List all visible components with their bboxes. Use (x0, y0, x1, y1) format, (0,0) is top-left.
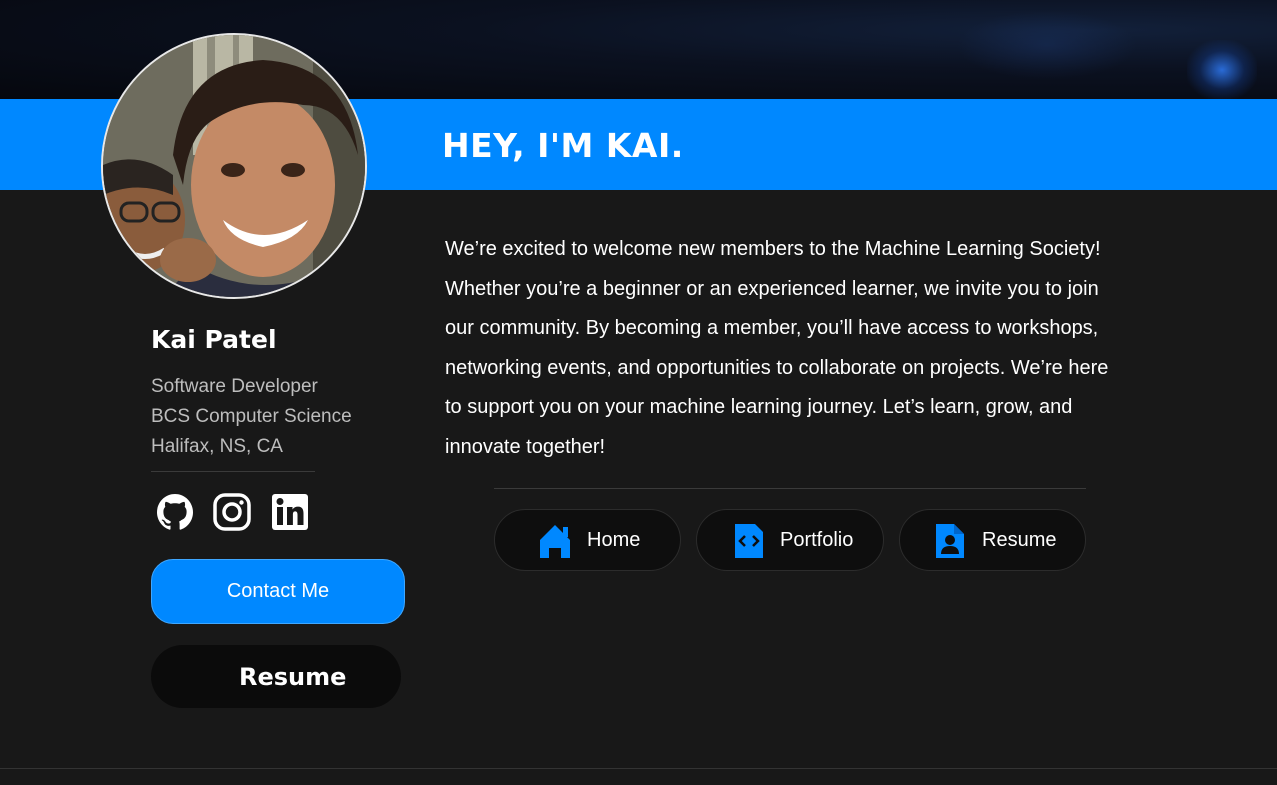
hero-light (1187, 40, 1257, 100)
page-title: HEY, I'M KAI. (442, 126, 684, 165)
nav-resume-label: Resume (982, 529, 1057, 551)
contact-me-label: Contact Me (226, 580, 330, 602)
nav-home-label: Home (587, 529, 641, 551)
footer-strip (0, 769, 1277, 785)
code-file-icon (735, 524, 763, 558)
profile-divider (151, 471, 315, 472)
home-icon (540, 525, 570, 558)
avatar (101, 33, 367, 299)
profile-photo-icon (103, 35, 365, 297)
contact-me-button[interactable]: Contact Me (151, 559, 405, 624)
profile-name: Kai Patel (151, 325, 277, 354)
profile-education: BCS Computer Science (151, 406, 352, 427)
nav-portfolio-button[interactable]: Portfolio (696, 509, 884, 571)
instagram-icon[interactable] (212, 492, 252, 532)
resume-button-label: Resume (239, 662, 347, 691)
nav-resume-button[interactable]: Resume (899, 509, 1086, 571)
resume-button[interactable]: Resume (151, 645, 401, 708)
nav-home-button[interactable]: Home (494, 509, 681, 571)
resume-file-icon (936, 524, 964, 558)
intro-paragraph: We’re excited to welcome new members to … (445, 238, 1109, 458)
hero-glow (957, 10, 1137, 80)
content-divider (494, 488, 1086, 489)
github-icon[interactable] (155, 492, 195, 532)
profile-role: Software Developer (151, 376, 318, 397)
profile-location: Halifax, NS, CA (151, 436, 283, 457)
linkedin-icon[interactable] (270, 492, 310, 532)
nav-portfolio-label: Portfolio (780, 529, 854, 551)
